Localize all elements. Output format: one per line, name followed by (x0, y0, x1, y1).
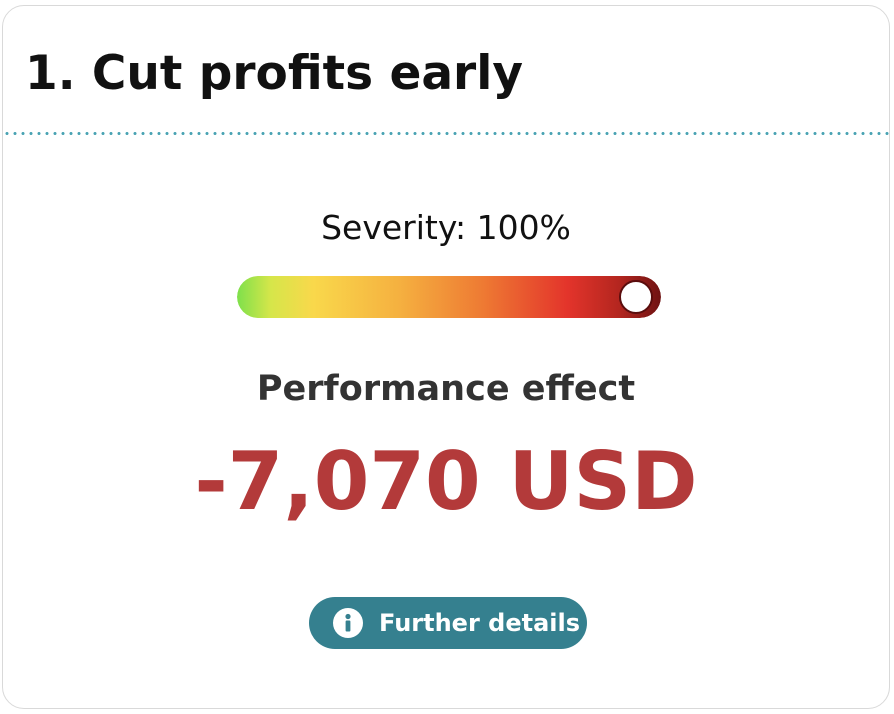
dotted-divider (3, 132, 889, 135)
severity-bar (237, 276, 661, 318)
severity-bar-fill (237, 276, 661, 318)
performance-effect-value: -7,070 USD (194, 435, 698, 528)
further-details-button[interactable]: Further details (309, 597, 587, 649)
severity-label: Severity: 100% (321, 208, 571, 247)
performance-effect-label: Performance effect (256, 369, 636, 409)
mistake-card: 1. Cut profits early Severity: 100% Perf… (2, 5, 890, 709)
info-icon (333, 608, 363, 638)
severity-indicator-knob (619, 280, 653, 314)
further-details-label: Further details (379, 609, 581, 637)
card-title: 1. Cut profits early (25, 46, 523, 101)
